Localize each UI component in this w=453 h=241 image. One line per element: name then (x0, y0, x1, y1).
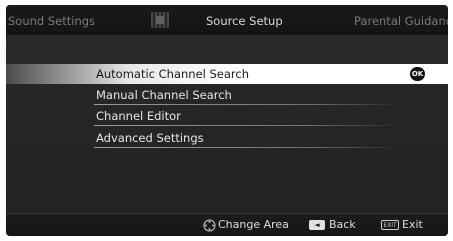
menu-divider (94, 147, 401, 148)
menu-divider (94, 125, 401, 126)
back-key-icon: ◄ (309, 220, 325, 230)
footer-bar: Change Area ◄ Back EXIT Exit (6, 213, 448, 236)
menu-item-label: Manual Channel Search (96, 88, 232, 102)
tab-source-setup[interactable]: Source Setup (206, 14, 283, 28)
menu-divider (94, 104, 401, 105)
menu-item-label: Automatic Channel Search (96, 67, 250, 81)
ok-button-icon: OK (410, 67, 425, 81)
exit-key-icon: EXIT (381, 220, 399, 230)
menu-item-label: Advanced Settings (96, 131, 204, 145)
menu-item-advanced-settings[interactable]: Advanced Settings (6, 128, 401, 148)
menu-item-label: Channel Editor (96, 109, 181, 123)
change-area-label: Change Area (218, 218, 289, 231)
tab-bar: Sound Settings Source Setup Parental Gui… (6, 5, 448, 35)
menu-item-channel-editor[interactable]: Channel Editor (6, 106, 401, 126)
menu-item-automatic-channel-search[interactable]: Automatic Channel Search OK (6, 64, 448, 84)
exit-hint[interactable]: EXIT Exit (381, 218, 423, 232)
navigation-arrows-icon (203, 219, 216, 232)
exit-label: Exit (402, 218, 423, 231)
change-area-hint[interactable]: Change Area (203, 218, 289, 232)
back-label: Back (329, 218, 356, 231)
tv-menu-screen: Sound Settings Source Setup Parental Gui… (6, 5, 448, 236)
source-setup-icon (151, 12, 169, 28)
tab-parental-guidance[interactable]: Parental Guidance (354, 14, 448, 28)
menu-item-manual-channel-search[interactable]: Manual Channel Search (6, 85, 401, 105)
tab-sound-settings[interactable]: Sound Settings (8, 14, 95, 28)
back-hint[interactable]: ◄ Back (309, 218, 356, 232)
